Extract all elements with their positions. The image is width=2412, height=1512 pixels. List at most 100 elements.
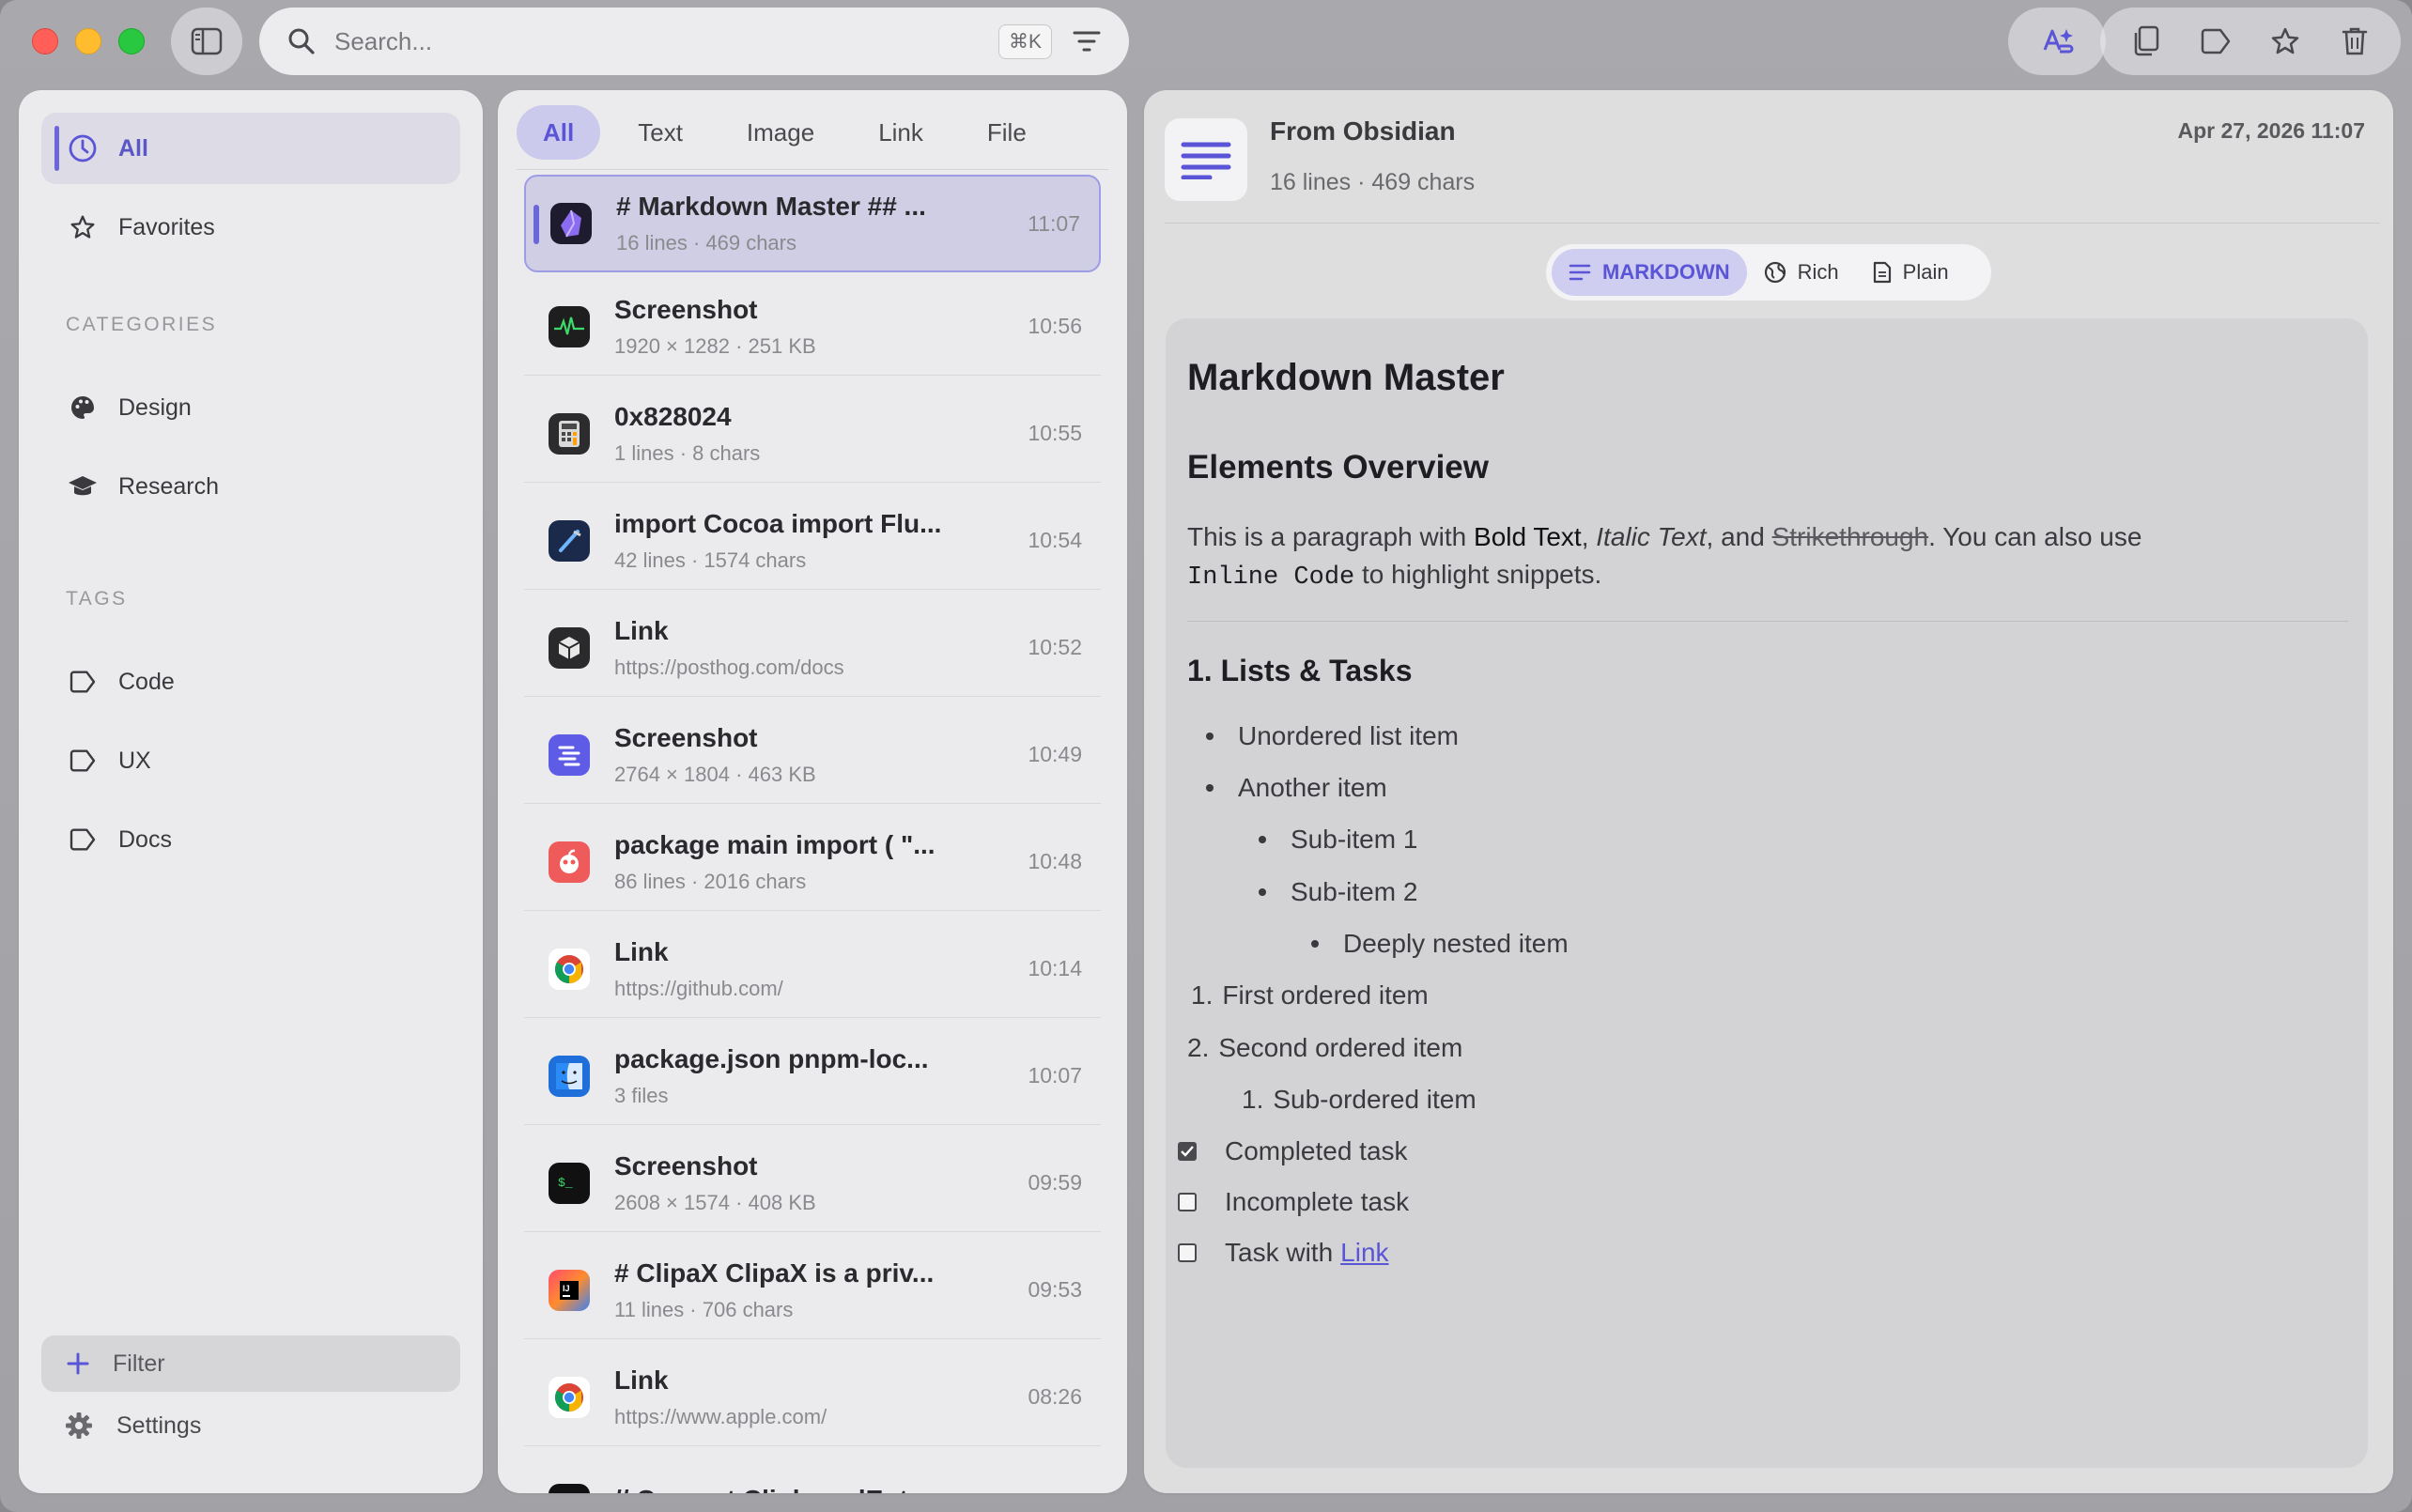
graduation-cap-icon: [68, 471, 98, 501]
tag-icon: [2201, 28, 2231, 54]
sidebar-item-design[interactable]: Design: [41, 372, 460, 443]
copy-button[interactable]: [2118, 13, 2174, 69]
list-item[interactable]: IJ # ClipaX ClipaX is a priv... 11 lines …: [524, 1242, 1101, 1339]
mode-plain[interactable]: Plain: [1856, 249, 1966, 296]
list-item[interactable]: Screenshot 1920 × 1282 · 251 KB 10:56: [524, 278, 1101, 376]
close-window-button[interactable]: [32, 28, 58, 54]
sidebar-item-favorites[interactable]: Favorites: [41, 192, 460, 263]
tag-button[interactable]: [2188, 13, 2244, 69]
task-checkbox[interactable]: [1178, 1142, 1197, 1161]
ordered-list-item: 2. Second ordered item: [1187, 1033, 1462, 1063]
sidebar-item-ux[interactable]: UX: [41, 725, 460, 796]
list-text: Another item: [1238, 773, 1387, 802]
sidebar-item-docs[interactable]: Docs: [41, 804, 460, 875]
list-item[interactable]: Link https://posthog.com/docs 10:52: [524, 599, 1101, 697]
globe-icon: [1764, 261, 1786, 284]
selected-indicator: [533, 205, 539, 244]
tab-link[interactable]: Link: [852, 105, 950, 160]
item-title: Screenshot: [614, 722, 758, 752]
item-meta: https://www.apple.com/: [614, 1404, 827, 1428]
text-run: , and: [1706, 522, 1772, 551]
mode-markdown[interactable]: MARKDOWN: [1552, 249, 1747, 296]
text-align-icon: [1569, 263, 1591, 282]
list-item: Sub-item 2: [1259, 877, 1417, 907]
add-filter-button[interactable]: Filter: [41, 1335, 460, 1392]
ai-sparkle-icon: [2043, 29, 2074, 54]
search-bar[interactable]: ⌘K: [259, 8, 1129, 75]
ai-assistant-button[interactable]: [2008, 8, 2106, 75]
search-input[interactable]: [334, 26, 998, 56]
item-meta: 11 lines · 706 chars: [614, 1297, 794, 1321]
delete-button[interactable]: [2327, 13, 2383, 69]
item-title: # ClipaX ClipaX is a priv...: [614, 1257, 935, 1288]
gopher-app-icon: [549, 841, 590, 883]
md-link[interactable]: Link: [1340, 1238, 1388, 1268]
list-item[interactable]: Link https://www.apple.com/ 08:26: [524, 1349, 1101, 1446]
filter-lines-icon[interactable]: [1073, 29, 1101, 54]
toggle-sidebar-button[interactable]: [171, 8, 242, 75]
sidebar-item-research[interactable]: Research: [41, 451, 460, 522]
sidebar-item-label: Design: [118, 393, 192, 421]
sidebar-item-code[interactable]: Code: [41, 646, 460, 717]
list-item[interactable]: package.json pnpm-loc... 3 files 10:07: [524, 1027, 1101, 1125]
item-meta: 1920 × 1282 · 251 KB: [614, 333, 816, 358]
gear-icon: [66, 1412, 92, 1439]
tab-text[interactable]: Text: [611, 105, 709, 160]
mode-rich[interactable]: Rich: [1747, 249, 1856, 296]
list-number: 1.: [1191, 980, 1214, 1010]
zoom-window-button[interactable]: [118, 28, 145, 54]
list-item[interactable]: 0x828024 1 lines · 8 chars 10:55: [524, 385, 1101, 483]
item-title: import Cocoa import Flu...: [614, 508, 942, 538]
md-heading-2: Elements Overview: [1187, 449, 1489, 486]
sidebar-item-label: All: [118, 134, 148, 162]
list-item[interactable]: Link https://github.com/ 10:14: [524, 920, 1101, 1018]
ordered-list-item: 1. First ordered item: [1191, 980, 1429, 1011]
list-item: Unordered list item: [1206, 721, 1459, 751]
list-item[interactable]: # Markdown Master ## ... 16 lines · 469 c…: [524, 175, 1101, 272]
item-meta: 42 lines · 1574 chars: [614, 548, 807, 572]
favorite-button[interactable]: [2257, 13, 2313, 69]
sidebar-item-all[interactable]: All: [41, 113, 460, 184]
view-mode-switch: MARKDOWN Rich Plain: [1546, 244, 1991, 301]
list-text: First ordered item: [1222, 980, 1429, 1010]
item-meta: 16 lines · 469 chars: [1270, 169, 1476, 195]
bullet: [1259, 836, 1266, 843]
svg-text:IJ: IJ: [563, 1284, 570, 1293]
list-item[interactable]: package main import ( "... 86 lines · 201…: [524, 813, 1101, 911]
list-item[interactable]: Screenshot 2764 × 1804 · 463 KB 10:49: [524, 706, 1101, 804]
list-number: 2.: [1187, 1033, 1210, 1062]
list-item[interactable]: $_ Screenshot 2608 × 1574 · 408 KB 09:59: [524, 1134, 1101, 1232]
md-heading-3: 1. Lists & Tasks: [1187, 654, 1413, 687]
clipboard-history-list: All Text Image Link File # Markdown Mast…: [498, 90, 1127, 1493]
list-item: Sub-item 1: [1259, 825, 1417, 855]
list-item[interactable]: import Cocoa import Flu... 42 lines · 157…: [524, 492, 1101, 590]
list-item[interactable]: // Convert ClipboardEntr...: [524, 1456, 1101, 1493]
app-window: ⌘K All Favorites CATEGORIES: [0, 0, 2412, 1512]
tab-file[interactable]: File: [961, 105, 1053, 160]
minimize-window-button[interactable]: [75, 28, 101, 54]
list-item: Deeply nested item: [1311, 929, 1569, 959]
item-meta: 1 lines · 8 chars: [614, 440, 761, 465]
settings-button[interactable]: Settings: [64, 1411, 201, 1441]
cube-app-icon: [549, 626, 590, 669]
task-checkbox[interactable]: [1178, 1243, 1197, 1262]
task-checkbox[interactable]: [1178, 1193, 1197, 1211]
tab-image[interactable]: Image: [720, 105, 841, 160]
mode-label: Plain: [1902, 260, 1949, 284]
list-text: Unordered list item: [1238, 721, 1459, 750]
selected-indicator: [54, 126, 59, 171]
activity-monitor-icon: [549, 305, 590, 347]
list-text: Deeply nested item: [1343, 929, 1569, 958]
item-time: 08:26: [1028, 1384, 1082, 1409]
item-title: Screenshot: [614, 294, 758, 324]
task-text: Task with: [1225, 1238, 1334, 1267]
item-title: # Markdown Master ## ...: [616, 192, 926, 221]
strikethrough-text: Strikethrough: [1771, 522, 1929, 551]
clock-icon: [68, 133, 98, 163]
text-run: ,: [1581, 522, 1597, 551]
copy-icon: [2134, 25, 2159, 56]
tag-icon: [68, 746, 98, 776]
linear-app-icon: [549, 733, 590, 776]
search-shortcut-badge: ⌘K: [997, 23, 1052, 59]
tab-all[interactable]: All: [517, 105, 601, 160]
